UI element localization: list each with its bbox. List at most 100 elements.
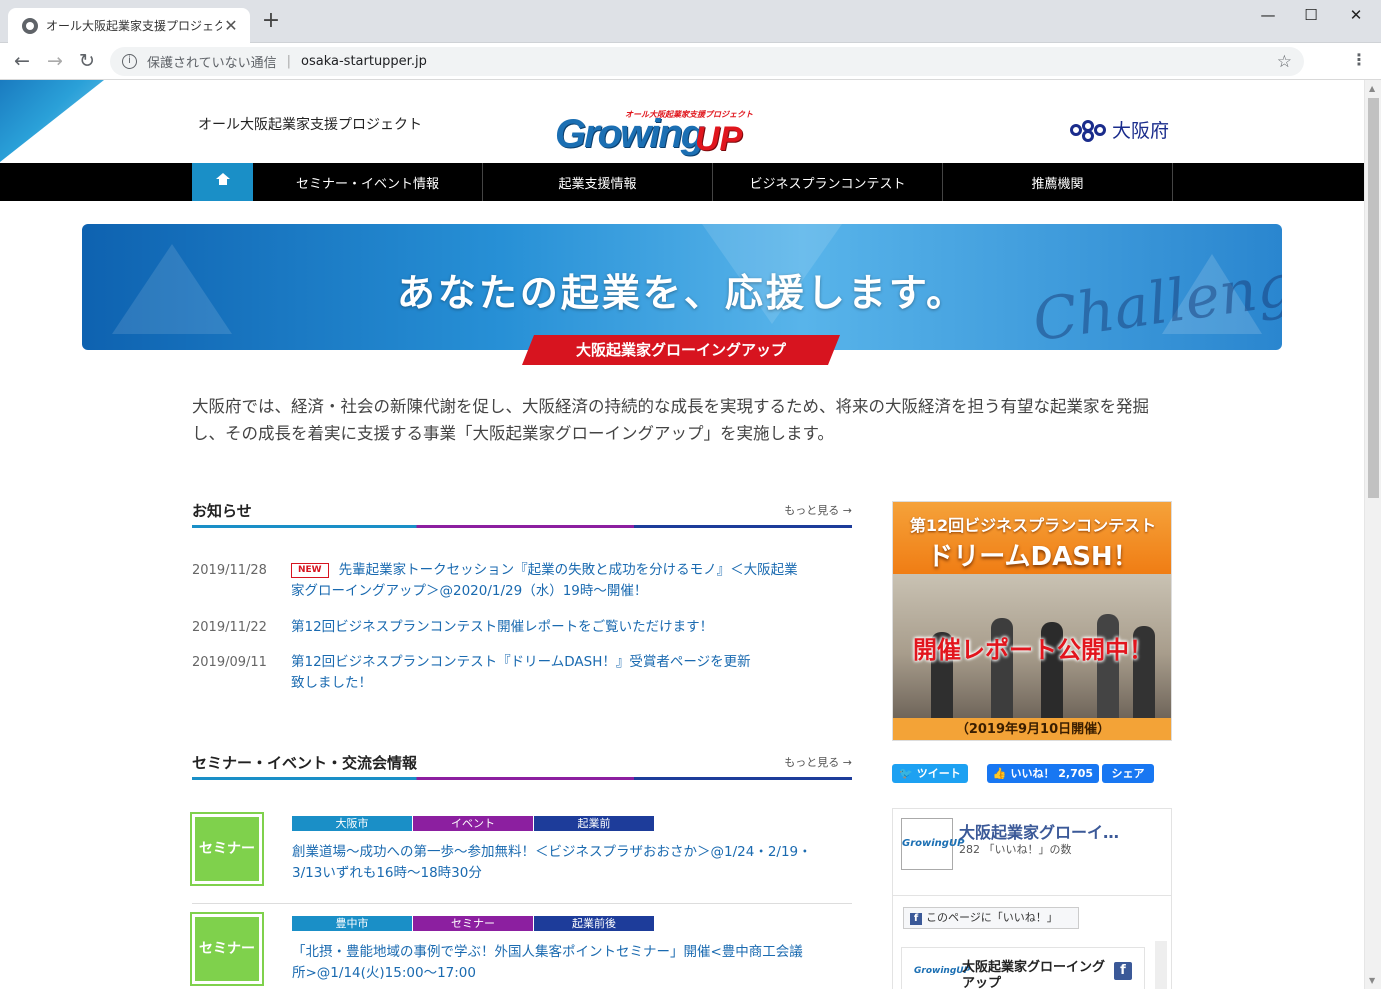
site-tagline: オール大阪起業家支援プロジェクト	[198, 117, 422, 133]
event-thumbnail[interactable]: セミナー	[190, 912, 264, 986]
tag-stage: 起業前後	[534, 916, 654, 931]
nav-home[interactable]	[192, 163, 253, 201]
logo-up: UP	[695, 120, 743, 158]
security-status: 保護されていない通信	[147, 56, 277, 71]
address-bar: ← → ↻ i 保護されていない通信 | osaka-startupper.jp…	[0, 43, 1381, 80]
browser-tab-strip: オール大阪起業家支援プロジェクト ✕ + — ☐ ✕	[0, 0, 1381, 43]
nav-recommending-orgs[interactable]: 推薦機関	[943, 163, 1173, 201]
banner-contest-name: ドリームDASH！	[927, 542, 1139, 572]
twitter-bird-icon: 🐦	[899, 767, 913, 780]
widget-scrollbar[interactable]	[1155, 941, 1167, 989]
facebook-icon: f	[910, 913, 922, 925]
nav-seminar-event[interactable]: セミナー・イベント情報	[253, 163, 483, 201]
news-date: 2019/11/28	[192, 563, 267, 578]
back-icon[interactable]: ←	[10, 49, 34, 73]
scrollbar-thumb[interactable]	[1368, 98, 1379, 498]
news-date: 2019/11/22	[192, 620, 267, 635]
window-close-icon[interactable]: ✕	[1336, 6, 1376, 24]
page-scrollbar[interactable]: ▲ ▼	[1364, 80, 1381, 989]
prefecture-name: 大阪府	[1112, 120, 1170, 142]
corner-decoration	[0, 80, 104, 162]
tweet-button[interactable]: 🐦 ツイート	[892, 764, 968, 783]
facebook-share-button[interactable]: シェア	[1102, 764, 1154, 783]
hero-banner: Challenge あなたの起業を、応援します。	[82, 224, 1282, 350]
event-tags: 豊中市 セミナー 起業前後	[292, 916, 655, 931]
facebook-like-count: 282 「いいね！」の数	[959, 843, 1072, 856]
globe-icon	[22, 17, 38, 34]
news-link[interactable]: NEW 先輩起業家トークセッション『起業の失敗と成功を分けるモノ』＜大阪起業家グロ…	[291, 560, 811, 602]
browser-menu-icon[interactable]: ⋮	[1351, 50, 1367, 69]
intro-text: 大阪府では、経済・社会の新陳代謝を促し、大阪経済の持続的な成長を実現するため、将…	[192, 397, 1149, 443]
global-nav: セミナー・イベント情報 起業支援情報 ビジネスプランコンテスト 推薦機関	[0, 163, 1364, 201]
thumbs-up-icon: 👍	[992, 767, 1007, 780]
home-icon	[215, 172, 230, 188]
scroll-up-arrow-icon[interactable]: ▲	[1369, 84, 1375, 93]
events-header: セミナー・イベント・交流会情報 もっと見る →	[192, 750, 852, 780]
section-divider	[192, 525, 852, 528]
info-icon[interactable]: i	[122, 54, 137, 69]
news-header: お知らせ もっと見る →	[192, 498, 852, 528]
forward-icon[interactable]: →	[43, 49, 67, 73]
scroll-down-arrow-icon[interactable]: ▼	[1369, 976, 1375, 985]
events-title: セミナー・イベント・交流会情報	[192, 754, 418, 772]
tag-type: セミナー	[413, 916, 533, 931]
new-tab-icon[interactable]: +	[260, 10, 282, 32]
tag-area: 大阪市	[292, 816, 412, 831]
news-link-text[interactable]: 先輩起業家トークセッション『起業の失敗と成功を分けるモノ』＜大阪起業家グローイン…	[291, 562, 798, 599]
event-thumbnail[interactable]: セミナー	[190, 812, 264, 886]
contest-report-banner[interactable]: 第12回ビジネスプランコンテスト ドリームDASH！ 開催レポート公開中！ （2…	[892, 501, 1172, 741]
event-item[interactable]: セミナー 豊中市 セミナー 起業前後 「北摂・豊能地域の事例で学ぶ！外国人集客ポ…	[190, 912, 852, 989]
banner-report-text: 開催レポート公開中！	[913, 636, 1153, 664]
new-badge: NEW	[291, 563, 329, 578]
post-page-name[interactable]: 大阪起業家グローイングアップ	[962, 960, 1112, 989]
reload-icon[interactable]: ↻	[75, 49, 99, 73]
tag-area: 豊中市	[292, 916, 412, 931]
news-date: 2019/09/11	[192, 655, 267, 670]
news-item: 2019/11/28 NEW 先輩起業家トークセッション『起業の失敗と成功を分ける…	[192, 560, 852, 602]
hero-headline: あなたの起業を、応援します。	[396, 271, 968, 315]
url-separator: |	[286, 54, 292, 69]
tab-close-icon[interactable]: ✕	[222, 16, 240, 35]
facebook-page-like-button[interactable]: f このページに「いいね！」	[903, 907, 1079, 929]
event-tags: 大阪市 イベント 起業前	[292, 816, 655, 831]
tag-type: イベント	[413, 816, 533, 831]
facebook-page-avatar[interactable]: GrowingUP	[901, 818, 964, 870]
event-item[interactable]: セミナー 大阪市 イベント 起業前 創業道場～成功への第一歩～参加無料！＜ビジネ…	[190, 812, 852, 904]
facebook-like-button[interactable]: 👍 いいね！ 2,705	[987, 764, 1099, 783]
page-viewport: オール大阪起業家支援プロジェクト オール大阪起業家支援プロジェクト Growin…	[0, 80, 1364, 989]
events-more-link[interactable]: もっと見る →	[784, 754, 852, 770]
browser-tab[interactable]: オール大阪起業家支援プロジェクト ✕	[8, 8, 250, 43]
nav-startup-support[interactable]: 起業支援情報	[483, 163, 713, 201]
facebook-post[interactable]: GrowingUP 大阪起業家グローイングアップ f	[901, 947, 1145, 989]
tab-title: オール大阪起業家支援プロジェクト	[46, 19, 222, 33]
event-title-link[interactable]: 「北摂・豊能地域の事例で学ぶ！外国人集客ポイントセミナー」開催<豊中商工会議所>…	[292, 942, 812, 984]
news-title: お知らせ	[192, 502, 252, 520]
osaka-prefecture-logo[interactable]: 大阪府	[1070, 116, 1169, 143]
facebook-page-widget: GrowingUP 大阪起業家グローイ… 282 「いいね！」の数 f このページ…	[892, 808, 1172, 989]
banner-date: （2019年9月10日開催）	[893, 718, 1171, 740]
tweet-label: ツイート	[916, 767, 961, 780]
news-item: 2019/09/11 第12回ビジネスプランコンテスト『ドリームDASH！』受賞…	[192, 652, 852, 694]
widget-divider	[893, 895, 1171, 896]
banner-contest-title: 第12回ビジネスプランコンテスト	[909, 516, 1157, 535]
tag-stage: 起業前	[534, 816, 654, 831]
osaka-emblem-icon	[1070, 119, 1108, 142]
facebook-icon[interactable]: f	[1114, 962, 1132, 980]
page-like-label: このページに「いいね！」	[926, 911, 1058, 924]
bookmark-star-icon[interactable]: ☆	[1277, 52, 1292, 72]
like-label: いいね！ 2,705	[1010, 767, 1094, 780]
hero-ribbon: 大阪起業家グローイングアップ	[522, 335, 840, 365]
news-more-link[interactable]: もっと見る →	[784, 502, 852, 518]
logo-growing: Growing	[555, 112, 705, 156]
nav-business-plan-contest[interactable]: ビジネスプランコンテスト	[713, 163, 943, 201]
news-link-text[interactable]: 第12回ビジネスプランコンテスト開催レポートをご覧いただけます！	[291, 617, 811, 638]
minimize-icon[interactable]: —	[1248, 6, 1288, 24]
maximize-icon[interactable]: ☐	[1291, 6, 1331, 24]
omnibox[interactable]: i 保護されていない通信 | osaka-startupper.jp ☆	[110, 47, 1304, 76]
url-text[interactable]: osaka-startupper.jp	[301, 54, 1277, 69]
section-divider	[192, 777, 852, 780]
facebook-page-name[interactable]: 大阪起業家グローイ…	[959, 819, 1159, 843]
news-link-text[interactable]: 第12回ビジネスプランコンテスト『ドリームDASH！』受賞者ページを更新致しまし…	[291, 652, 761, 694]
news-item: 2019/11/22 第12回ビジネスプランコンテスト開催レポートをご覧いただけ…	[192, 617, 852, 638]
event-title-link[interactable]: 創業道場～成功への第一歩～参加無料！＜ビジネスプラザおおさか＞@1/24・2/1…	[292, 842, 812, 884]
